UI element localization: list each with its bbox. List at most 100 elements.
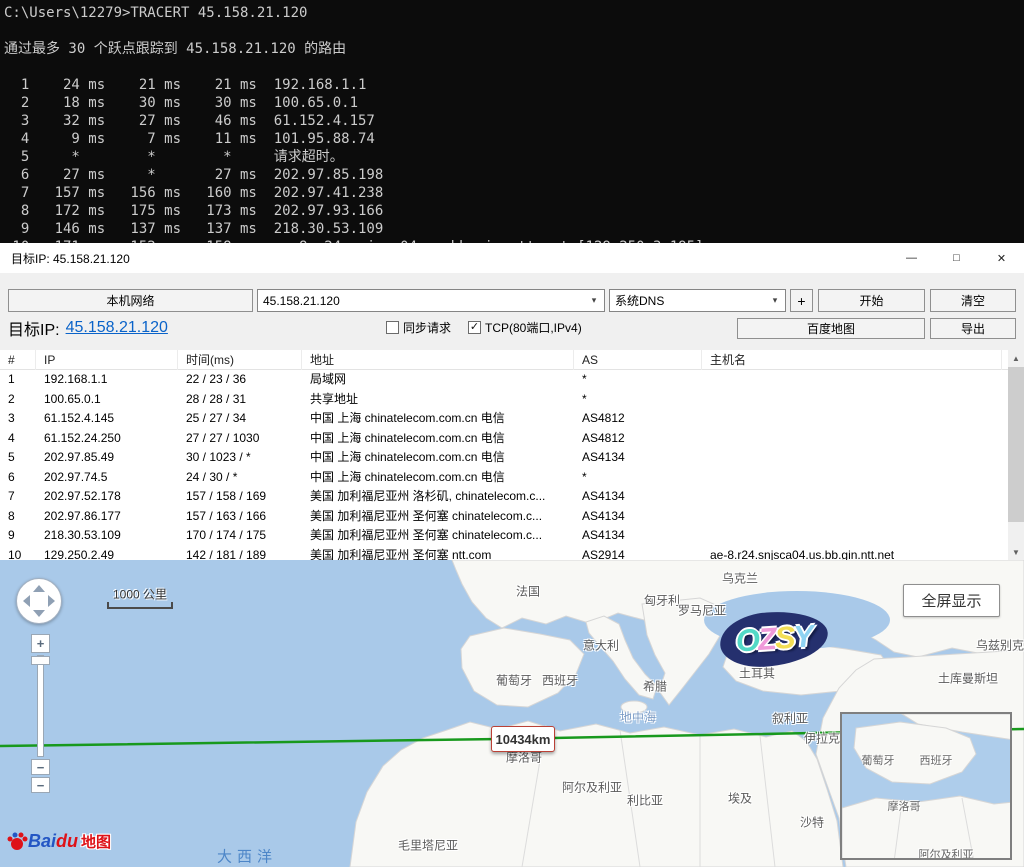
- baidu-map[interactable]: 法国匈牙利罗马尼亚乌克兰意大利葡萄牙西班牙希腊土耳其地中海叙利亚伊拉克摩洛哥阿尔…: [0, 560, 1024, 867]
- map-place-label: 乌克兰: [722, 570, 758, 587]
- map-pan-control[interactable]: [16, 578, 62, 624]
- cell-addr: 中国 上海 chinatelecom.com.cn 电信: [302, 409, 574, 429]
- terminal-line: 7 157 ms 156 ms 160 ms 202.97.41.238: [4, 184, 1024, 202]
- table-row[interactable]: 2100.65.0.128 / 28 / 31共享地址*: [0, 390, 1008, 410]
- scrollbar-thumb[interactable]: [1008, 367, 1024, 522]
- cell-time: 25 / 27 / 34: [178, 409, 302, 429]
- tracer-window: 目标IP: 45.158.21.120 — □ ✕ 本机网络 45.158.21…: [0, 243, 1024, 560]
- table-row[interactable]: 8202.97.86.177157 / 163 / 166美国 加利福尼亚州 圣…: [0, 507, 1008, 527]
- cell-host: [702, 448, 1002, 468]
- baidu-map-button[interactable]: 百度地图: [737, 318, 925, 339]
- map-place-label: 意大利: [583, 637, 619, 654]
- cell-as: AS2914: [574, 546, 702, 561]
- clear-button[interactable]: 清空: [930, 289, 1016, 312]
- dns-select[interactable]: 系统DNS ▾: [609, 289, 786, 312]
- terminal-line: [4, 58, 1024, 76]
- zoom-out-button-2[interactable]: −: [31, 777, 50, 793]
- table-row[interactable]: 461.152.24.25027 / 27 / 1030中国 上海 chinat…: [0, 429, 1008, 449]
- chevron-down-icon[interactable]: ▾: [767, 290, 783, 311]
- cell-n: 8: [0, 507, 36, 527]
- start-button[interactable]: 开始: [818, 289, 925, 312]
- distance-badge: 10434km: [491, 726, 555, 752]
- cell-host: [702, 429, 1002, 449]
- watermark-letter: S: [774, 620, 795, 657]
- zoom-slider-handle[interactable]: [31, 656, 50, 665]
- cell-n: 6: [0, 468, 36, 488]
- cell-ip: 192.168.1.1: [36, 370, 178, 390]
- watermark-letter: Y: [792, 618, 813, 655]
- cell-time: 22 / 23 / 36: [178, 370, 302, 390]
- terminal-line: 3 32 ms 27 ms 46 ms 61.152.4.157: [4, 112, 1024, 130]
- terminal-output: C:\Users\12279>TRACERT 45.158.21.120 通过最…: [0, 0, 1024, 243]
- terminal-line: C:\Users\12279>TRACERT 45.158.21.120: [4, 4, 1024, 22]
- minimize-button[interactable]: —: [889, 243, 934, 273]
- trace-table: # IP 时间(ms) 地址 AS 主机名 1192.168.1.122 / 2…: [0, 350, 1008, 560]
- terminal-line: 9 146 ms 137 ms 137 ms 218.30.53.109: [4, 220, 1024, 238]
- cell-n: 7: [0, 487, 36, 507]
- logo-text-suffix: 地图: [81, 831, 111, 852]
- pan-down-icon[interactable]: [33, 610, 45, 617]
- local-network-button[interactable]: 本机网络: [8, 289, 253, 312]
- target-ip-link[interactable]: 45.158.21.120: [66, 319, 168, 337]
- cell-ip: 202.97.86.177: [36, 507, 178, 527]
- table-row[interactable]: 9218.30.53.109170 / 174 / 175美国 加利福尼亚州 圣…: [0, 526, 1008, 546]
- column-header-addr[interactable]: 地址: [302, 350, 574, 370]
- column-header-host[interactable]: 主机名: [702, 350, 1002, 370]
- map-place-label: 叙利亚: [772, 710, 808, 727]
- chevron-down-icon[interactable]: ▾: [586, 290, 602, 311]
- table-row[interactable]: 7202.97.52.178157 / 158 / 169美国 加利福尼亚州 洛…: [0, 487, 1008, 507]
- close-button[interactable]: ✕: [979, 243, 1024, 273]
- cell-as: AS4812: [574, 409, 702, 429]
- export-button[interactable]: 导出: [930, 318, 1016, 339]
- cell-host: [702, 390, 1002, 410]
- target-ip-combobox[interactable]: 45.158.21.120 ▾: [257, 289, 605, 312]
- column-header-ip[interactable]: IP: [36, 350, 178, 370]
- tcp-checkbox[interactable]: ✓ TCP(80端口,IPv4): [468, 319, 582, 335]
- table-row[interactable]: 10129.250.2.49142 / 181 / 189美国 加利福尼亚州 圣…: [0, 546, 1008, 561]
- table-row[interactable]: 6202.97.74.524 / 30 / *中国 上海 chinateleco…: [0, 468, 1008, 488]
- cell-addr: 中国 上海 chinatelecom.com.cn 电信: [302, 429, 574, 449]
- table-row[interactable]: 1192.168.1.122 / 23 / 36局域网*: [0, 370, 1008, 390]
- cell-n: 10: [0, 546, 36, 561]
- map-place-label: 伊拉克: [804, 730, 840, 747]
- trace-table-body: 1192.168.1.122 / 23 / 36局域网*2100.65.0.12…: [0, 370, 1008, 560]
- baidu-logo[interactable]: Bai du 地图: [6, 830, 111, 852]
- table-row[interactable]: 5202.97.85.4930 / 1023 / *中国 上海 chinatel…: [0, 448, 1008, 468]
- pan-up-icon[interactable]: [33, 585, 45, 592]
- map-place-label: 埃及: [728, 790, 752, 807]
- zoom-slider-track[interactable]: [37, 655, 44, 757]
- scroll-down-icon[interactable]: ▼: [1008, 544, 1024, 560]
- table-scrollbar[interactable]: ▲ ▼: [1008, 350, 1024, 560]
- column-header-as[interactable]: AS: [574, 350, 702, 370]
- cell-time: 142 / 181 / 189: [178, 546, 302, 561]
- cell-host: [702, 526, 1002, 546]
- cell-time: 170 / 174 / 175: [178, 526, 302, 546]
- map-place-label: 西班牙: [542, 672, 578, 689]
- map-place-label: 利比亚: [627, 792, 663, 809]
- cell-time: 157 / 158 / 169: [178, 487, 302, 507]
- cell-host: [702, 409, 1002, 429]
- column-header-time[interactable]: 时间(ms): [178, 350, 302, 370]
- cell-addr: 美国 加利福尼亚州 圣何塞 chinatelecom.c...: [302, 526, 574, 546]
- terminal-window[interactable]: C:\Users\12279>TRACERT 45.158.21.120 通过最…: [0, 0, 1024, 243]
- map-place-label: 乌兹别克斯坦: [976, 637, 1024, 654]
- tcp-checkbox-label: TCP(80端口,IPv4): [485, 319, 582, 336]
- zoom-in-button[interactable]: +: [31, 634, 50, 653]
- pan-right-icon[interactable]: [48, 595, 55, 607]
- checkbox-box-icon: ✓: [468, 321, 481, 334]
- sync-request-checkbox[interactable]: 同步请求: [386, 319, 451, 335]
- table-row[interactable]: 361.152.4.14525 / 27 / 34中国 上海 chinatele…: [0, 409, 1008, 429]
- overview-inset-map[interactable]: 葡萄牙西班牙摩洛哥阿尔及利亚: [840, 712, 1012, 860]
- zoom-out-button[interactable]: −: [31, 759, 50, 775]
- scroll-up-icon[interactable]: ▲: [1008, 350, 1024, 366]
- window-titlebar[interactable]: 目标IP: 45.158.21.120 — □ ✕: [0, 243, 1024, 273]
- cell-ip: 202.97.52.178: [36, 487, 178, 507]
- add-dns-button[interactable]: +: [790, 289, 813, 312]
- inset-place-label: 阿尔及利亚: [919, 846, 974, 860]
- pan-left-icon[interactable]: [23, 595, 30, 607]
- column-header-hop[interactable]: #: [0, 350, 36, 370]
- maximize-button[interactable]: □: [934, 243, 979, 273]
- cell-addr: 美国 加利福尼亚州 圣何塞 ntt.com: [302, 546, 574, 561]
- map-place-label: 地中海: [620, 709, 656, 726]
- fullscreen-button[interactable]: 全屏显示: [903, 584, 1000, 617]
